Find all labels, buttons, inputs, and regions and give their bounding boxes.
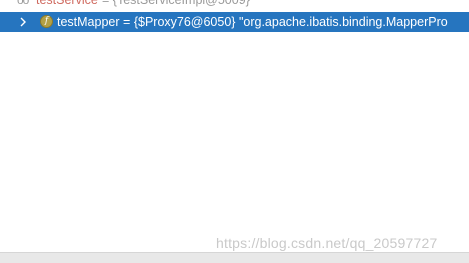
field-icon: f — [40, 15, 53, 28]
variable-name: testService — [36, 0, 98, 7]
variable-name: testMapper — [57, 15, 120, 29]
variable-value: = {TestServiceImpl@5009} — [102, 0, 250, 7]
watermark: https://blog.csdn.net/qq_20597727 — [216, 235, 438, 251]
tree-row-test-service[interactable]: oo testService = {TestServiceImpl@5009} — [0, 0, 469, 10]
debugger-variables-tree: oo testService = {TestServiceImpl@5009} … — [0, 0, 469, 252]
object-description: "org.apache.ibatis.binding.MapperPro — [238, 15, 448, 29]
tree-row-test-mapper[interactable]: f testMapper = {$Proxy76@6050} "org.apac… — [0, 12, 469, 32]
chevron-right-icon[interactable] — [17, 16, 29, 28]
horizontal-scrollbar[interactable] — [0, 252, 469, 263]
object-reference: {$Proxy76@6050} — [133, 15, 236, 29]
equals-sign: = — [123, 15, 131, 29]
variable-text: testMapper = {$Proxy76@6050} "org.apache… — [57, 12, 448, 32]
object-icon: oo — [17, 0, 29, 7]
